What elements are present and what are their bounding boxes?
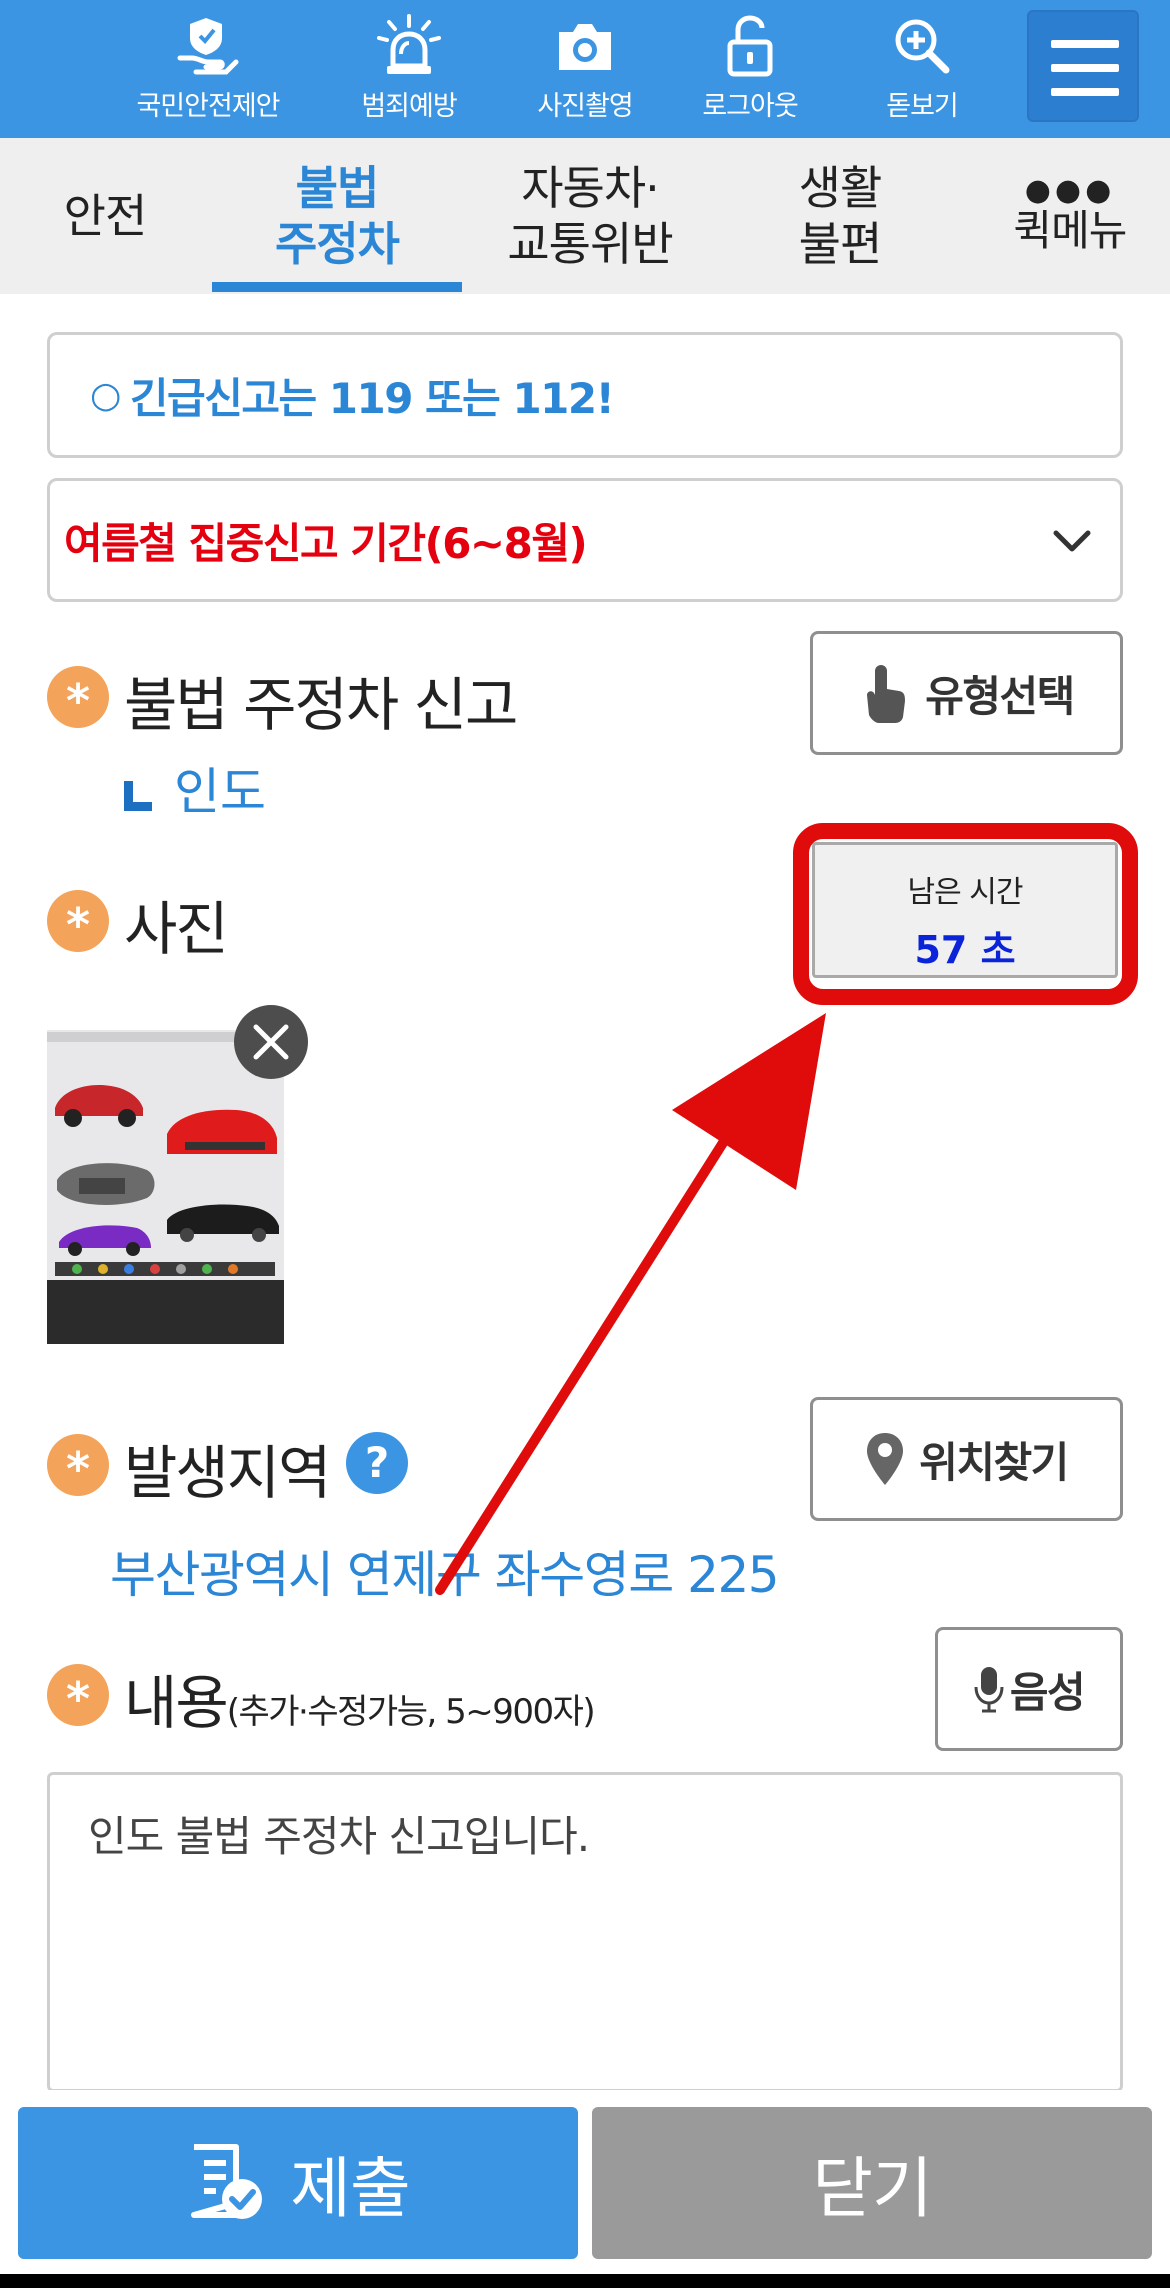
content-title: 내용(추가·수정가능, 5~900자) (124, 1656, 596, 1740)
hamburger-menu-icon[interactable] (1027, 10, 1139, 122)
help-icon[interactable]: ? (346, 1432, 408, 1494)
content-textarea[interactable]: 인도 불법 주정차 신고입니다. (47, 1772, 1123, 2092)
voice-input-label: 음성 (1009, 1667, 1086, 1717)
system-nav-strip (0, 2274, 1170, 2288)
select-type-button[interactable]: 유형선택 (810, 631, 1123, 755)
select-type-label: 유형선택 (925, 671, 1075, 721)
tab-living-inconvenience-line1: 생활 (798, 161, 883, 215)
take-photo-label: 사진촬영 (537, 91, 633, 122)
hand-shield-icon (177, 18, 239, 75)
safety-proposal-button[interactable]: 국민안전제안 (118, 14, 298, 132)
close-icon (253, 1024, 289, 1060)
remaining-time-value: 57 초 (914, 928, 1016, 972)
zoom-in-icon (895, 19, 950, 74)
document-check-icon (191, 2144, 263, 2219)
siren-icon (377, 14, 441, 74)
more-dots-icon: ●●● (1024, 173, 1116, 208)
logout-button[interactable]: 로그아웃 (660, 14, 840, 132)
submit-label: 제출 (290, 2150, 410, 2227)
microphone-icon (974, 1667, 1004, 1713)
top-toolbar: 국민안전제안 범죄예방 사진촬영 로그아웃 돋보기 (0, 0, 1170, 138)
seasonal-notice-text: 여름철 집중신고 기간(6~8월) (64, 518, 588, 568)
location-address[interactable]: 부산광역시 연제구 좌수영로 225 (110, 1535, 780, 1607)
tab-safety[interactable]: 안전 (20, 138, 190, 294)
find-location-label: 위치찾기 (919, 1437, 1069, 1487)
tab-traffic-violation-line1: 자동차· (521, 161, 660, 215)
tab-traffic-violation[interactable]: 자동차· 교통위반 (480, 138, 700, 294)
logout-label: 로그아웃 (702, 91, 798, 122)
close-label: 닫기 (812, 2150, 932, 2227)
map-pin-icon (867, 1433, 904, 1485)
emergency-notice-text: 긴급신고는 119 또는 112! (129, 373, 615, 423)
voice-input-button[interactable]: 음성 (935, 1627, 1123, 1751)
camera-icon (559, 24, 611, 70)
tab-illegal-parking-line2: 주정차 (275, 217, 400, 271)
seasonal-notice-dropdown[interactable]: 여름철 집중신고 기간(6~8월) (47, 478, 1123, 602)
tab-illegal-parking[interactable]: 불법 주정차 (212, 138, 462, 294)
safety-proposal-label: 국민안전제안 (136, 91, 280, 122)
content-title-label: 내용 (124, 1669, 229, 1737)
sub-item-corner-icon (124, 781, 152, 811)
tab-illegal-parking-line1: 불법 (295, 161, 380, 215)
tab-safety-label: 안전 (63, 189, 148, 243)
selected-type: 인도 (124, 752, 266, 824)
remove-photo-button[interactable] (234, 1005, 308, 1079)
required-asterisk: * (47, 666, 109, 728)
remaining-time-label: 남은 시간 (907, 875, 1024, 910)
magnifier-button[interactable]: 돋보기 (832, 14, 1012, 132)
content-length-note: (추가·수정가능, 5~900자) (226, 1692, 596, 1732)
crime-prevention-button[interactable]: 범죄예방 (319, 14, 499, 132)
close-button[interactable]: 닫기 (592, 2107, 1152, 2259)
tab-living-inconvenience[interactable]: 생활 불편 (720, 138, 960, 294)
photo-title: 사진 (124, 895, 229, 963)
crime-prevention-label: 범죄예방 (361, 91, 457, 122)
unlock-icon (727, 15, 773, 77)
category-tabs: 안전 불법 주정차 자동차· 교통위반 생활 불편 ●●● 퀵메뉴 (0, 138, 1170, 294)
remaining-time-box: 남은 시간 57 초 (812, 842, 1118, 978)
tab-quick-menu[interactable]: ●●● 퀵메뉴 (990, 138, 1150, 294)
take-photo-button[interactable]: 사진촬영 (495, 14, 675, 132)
report-type-title: 불법 주정차 신고 (124, 671, 518, 739)
required-asterisk: * (47, 890, 109, 952)
magnifier-label: 돋보기 (886, 91, 959, 122)
find-location-button[interactable]: 위치찾기 (810, 1397, 1123, 1521)
chevron-down-icon (1053, 530, 1091, 552)
quick-menu-label: 퀵메뉴 (1013, 206, 1128, 255)
emergency-notice: ○ 긴급신고는 119 또는 112! (47, 332, 1123, 458)
selected-type-label: 인도 (174, 763, 266, 821)
active-tab-indicator (212, 282, 462, 292)
required-asterisk: * (47, 1664, 109, 1726)
required-asterisk: * (47, 1434, 109, 1496)
tab-living-inconvenience-line2: 불편 (798, 217, 883, 271)
bullet-circle: ○ (90, 374, 121, 416)
tab-traffic-violation-line2: 교통위반 (507, 217, 673, 271)
location-title: 발생지역 (124, 1439, 331, 1507)
submit-button[interactable]: 제출 (18, 2107, 578, 2259)
tap-finger-icon (867, 665, 906, 723)
